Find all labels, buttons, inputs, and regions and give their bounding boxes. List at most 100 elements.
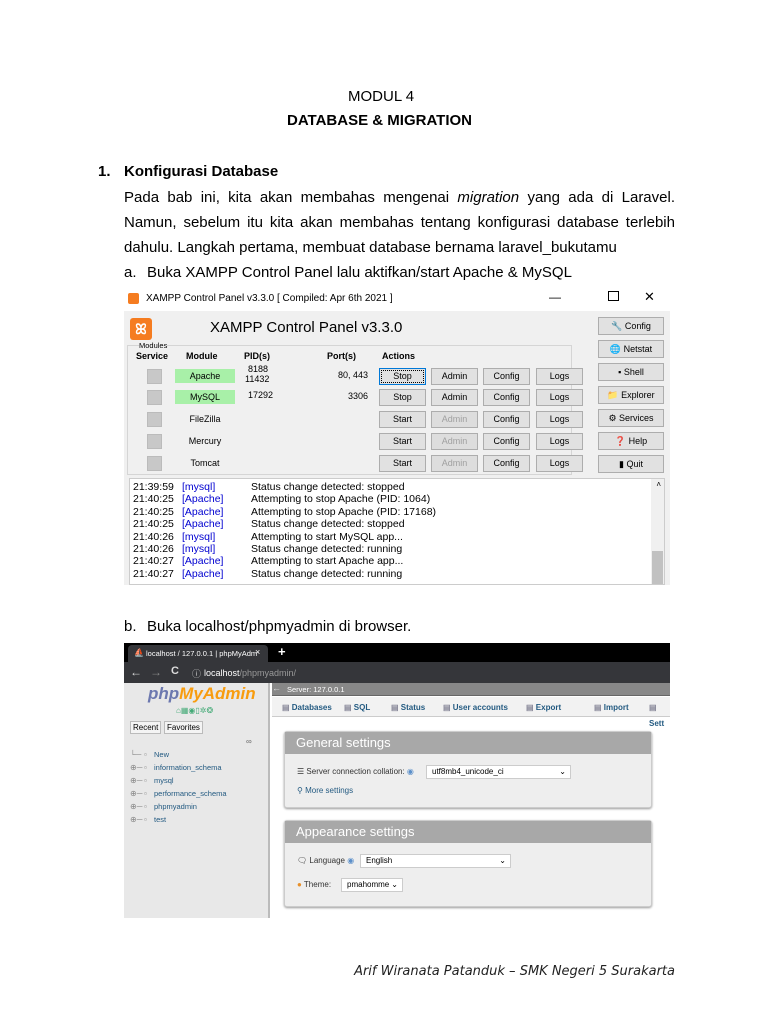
logs-button[interactable]: Logs [536, 411, 583, 428]
config-button[interactable]: Config [483, 368, 530, 385]
tree-expander-icon[interactable]: ⊕─ [130, 776, 142, 785]
collation-value: utf8mb4_unicode_ci [432, 767, 504, 776]
service-checkbox[interactable] [147, 390, 162, 405]
back-icon[interactable]: ← [130, 665, 142, 679]
help-button[interactable]: ❓ Help [598, 432, 664, 450]
reload-icon[interactable]: C [171, 665, 179, 677]
config-button[interactable]: Config [483, 411, 530, 428]
tree-expander-icon[interactable]: ⊕─ [130, 763, 142, 772]
forward-icon[interactable]: → [150, 665, 162, 679]
config-button[interactable]: 🔧 Config [598, 317, 664, 335]
recent-tab[interactable]: Recent [130, 721, 162, 734]
side-icon-netstat-icon: 🌐 [609, 344, 624, 354]
favorites-tab[interactable]: Favorites [164, 721, 203, 734]
tab-user-accounts[interactable]: ▤ User accounts [443, 700, 508, 716]
collation-select[interactable]: utf8mb4_unicode_ci ⌄ [426, 765, 571, 779]
tree-item-information-schema[interactable]: information_schema [154, 763, 222, 772]
scroll-up-icon[interactable]: ˄ [656, 479, 661, 491]
emphasis: migration [457, 189, 520, 206]
tree-item-performance-schema[interactable]: performance_schema [154, 789, 227, 798]
url-field[interactable]: localhost/phpmyadmin/ [204, 668, 296, 678]
document-title: DATABASE & MIGRATION [287, 112, 472, 129]
stop-button[interactable]: Stop [379, 389, 426, 406]
tab-export[interactable]: ▤ Export [526, 700, 561, 716]
admin-button[interactable]: Admin [431, 433, 478, 450]
side-icon-config-icon: 🔧 [611, 321, 625, 331]
server-breadcrumb[interactable]: Server: 127.0.0.1 [287, 685, 345, 694]
step-b-label: b. [124, 618, 137, 635]
database-icon: ▫ [144, 776, 147, 785]
maximize-button[interactable] [608, 291, 619, 301]
more-settings-link[interactable]: ⚲ More settings [297, 786, 353, 795]
language-label-text: Language [309, 856, 345, 865]
config-button[interactable]: Config [483, 389, 530, 406]
collapse-icon[interactable]: ← [272, 683, 281, 693]
quit-button[interactable]: ▮ Quit [598, 455, 664, 473]
log-time: 21:40:27 [133, 567, 174, 580]
xampp-logo-icon [128, 293, 139, 304]
tab-status[interactable]: ▤ Status [391, 700, 425, 716]
minimize-button[interactable]: — [549, 290, 561, 304]
start-button[interactable]: Start [379, 411, 426, 428]
more-settings-text: More settings [305, 786, 354, 795]
scrollbar-thumb[interactable] [652, 551, 663, 584]
config-button[interactable]: Config [483, 433, 530, 450]
tree-item-phpmyadmin[interactable]: phpmyadmin [154, 802, 197, 811]
tree-item-New[interactable]: New [154, 750, 169, 759]
tree-item-mysql[interactable]: mysql [154, 776, 174, 785]
tab-sett[interactable]: ▤ Sett [649, 700, 670, 728]
netstat-button[interactable]: 🌐 Netstat [598, 340, 664, 358]
admin-button[interactable]: Admin [431, 389, 478, 406]
service-checkbox[interactable] [147, 456, 162, 471]
shell-button[interactable]: ▪ Shell [598, 363, 664, 381]
side-icon-help-icon: ❓ [614, 436, 629, 446]
step-a-label: a. [124, 264, 137, 281]
appearance-settings-panel: Appearance settings 🗨 Language ◉ English… [284, 820, 652, 907]
paragraph-line-1: Pada bab ini, kita akan membahas mengena… [124, 189, 675, 206]
tab-icon: ▤ [443, 703, 453, 712]
close-tab-icon[interactable]: × [255, 647, 260, 657]
nav-icons[interactable]: ⌂▦◉▯✲❂ [176, 706, 213, 715]
tab-sql[interactable]: ▤ SQL [344, 700, 370, 716]
new-tab-button[interactable]: + [278, 644, 286, 659]
admin-button[interactable]: Admin [431, 411, 478, 428]
admin-button[interactable]: Admin [431, 368, 478, 385]
service-checkbox[interactable] [147, 369, 162, 384]
explorer-button[interactable]: 📁 Explorer [598, 386, 664, 404]
log-panel[interactable]: 21:39:59 [mysql] Status change detected: s… [129, 478, 665, 585]
tree-expander-icon[interactable]: ⊕─ [130, 815, 142, 824]
help-icon[interactable]: ◉ [407, 767, 414, 776]
logs-button[interactable]: Logs [536, 433, 583, 450]
logs-button[interactable]: Logs [536, 389, 583, 406]
config-button[interactable]: Config [483, 455, 530, 472]
log-entry: 21:39:59 [mysql] Status change detected: s… [130, 481, 664, 493]
tab-databases[interactable]: ▤ Databases [282, 700, 332, 716]
language-select[interactable]: English ⌄ [360, 854, 511, 868]
logs-button[interactable]: Logs [536, 455, 583, 472]
help-icon[interactable]: ◉ [347, 856, 354, 865]
start-button[interactable]: Start [379, 433, 426, 450]
start-button[interactable]: Start [379, 455, 426, 472]
tree-expander-icon[interactable]: ⊕─ [130, 802, 142, 811]
tree-expander-icon[interactable]: ⊕─ [130, 789, 142, 798]
tree-item-test[interactable]: test [154, 815, 166, 824]
close-button[interactable]: ✕ [644, 289, 655, 305]
stop-button[interactable]: Stop [379, 368, 426, 385]
tab-import[interactable]: ▤ Import [594, 700, 629, 716]
info-icon: ⓘ [192, 669, 202, 679]
language-label: 🗨 Language ◉ [297, 856, 355, 865]
theme-label: ● Theme: [297, 880, 331, 889]
link-icon[interactable]: ∞ [246, 737, 252, 746]
tree-expander-icon[interactable]: └─ [130, 750, 141, 759]
port: 80, 443 [337, 370, 368, 380]
text: Pada bab ini, kita akan membahas mengena… [124, 189, 450, 206]
service-checkbox[interactable] [147, 434, 162, 449]
log-entry: 21:40:27 [Apache] Attempting to start Apac… [130, 555, 664, 567]
services-button[interactable]: ⚙ Services [598, 409, 664, 427]
tab-icon: ▤ [282, 703, 292, 712]
admin-button[interactable]: Admin [431, 455, 478, 472]
service-checkbox[interactable] [147, 412, 162, 427]
theme-select[interactable]: pmahomme ⌄ [341, 878, 403, 892]
xampp-screenshot: XAMPP Control Panel v3.3.0 [ Compiled: A… [124, 287, 670, 585]
logs-button[interactable]: Logs [536, 368, 583, 385]
